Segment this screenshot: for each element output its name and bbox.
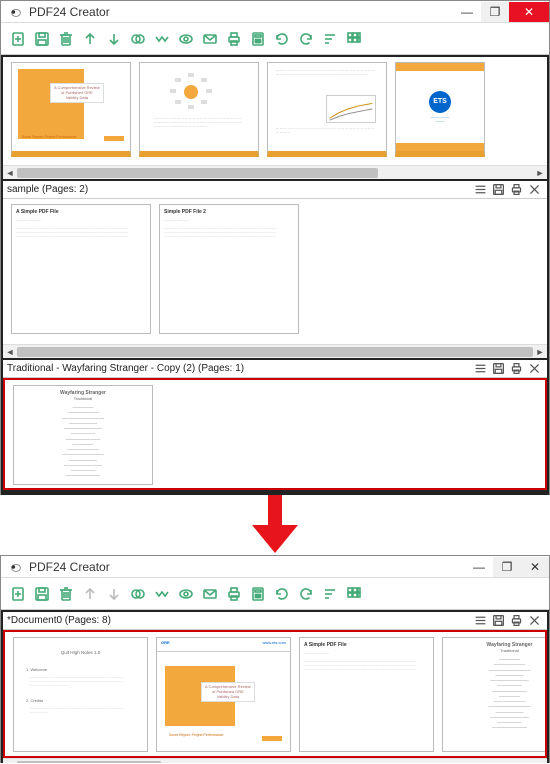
join-button[interactable]	[127, 28, 149, 50]
thumbnail-row[interactable]: A Simple PDF File ———— ———— —————— —————…	[3, 199, 547, 344]
grid-button[interactable]	[343, 28, 365, 50]
doc-save-button[interactable]	[489, 361, 507, 377]
window-2: PDF24 Creator — ❐ ✕ *Document0 (Pages: 8…	[0, 555, 550, 763]
down-button[interactable]	[103, 28, 125, 50]
split-button[interactable]	[151, 583, 173, 605]
document-panel: Traditional - Wayfaring Stranger - Copy …	[3, 360, 547, 490]
page-thumbnail[interactable]: Wayfaring StrangerTraditional ——————————…	[13, 385, 153, 485]
view-button[interactable]	[175, 583, 197, 605]
rotate-right-button[interactable]	[295, 583, 317, 605]
grid-button[interactable]	[343, 583, 365, 605]
document-title: sample (Pages: 2)	[7, 184, 88, 195]
doc-close-button[interactable]	[525, 361, 543, 377]
scroll-right-arrow[interactable]: ►	[533, 167, 547, 179]
thumbnail-row[interactable]: Wayfaring StrangerTraditional ——————————…	[3, 378, 547, 490]
page-thumbnail[interactable]: — — — — — — — — — — — — — — — — — — — — …	[267, 62, 387, 157]
titlebar: PDF24 Creator — ❐ ✕	[1, 1, 549, 23]
doc-close-button[interactable]	[525, 182, 543, 198]
document-header: Traditional - Wayfaring Stranger - Copy …	[3, 360, 547, 378]
scroll-right-arrow[interactable]: ►	[533, 346, 547, 358]
page-thumbnail[interactable]: A Comprehensive Reviewof Published GREVa…	[11, 62, 131, 157]
restore-button[interactable]: ❐	[493, 557, 521, 577]
doc-menu-button[interactable]	[471, 613, 489, 629]
horizontal-scrollbar[interactable]: ◄ ►	[3, 165, 547, 179]
delete-button[interactable]	[55, 28, 77, 50]
page-thumbnail[interactable]: A Simple PDF File ———— ———— —————— —————…	[11, 204, 151, 334]
save-button[interactable]	[31, 583, 53, 605]
document-panel: A Comprehensive Reviewof Published GREVa…	[3, 57, 547, 179]
minimize-button[interactable]: —	[465, 557, 493, 577]
mail-button[interactable]	[199, 28, 221, 50]
scroll-right-arrow[interactable]: ►	[533, 760, 547, 764]
app-title: PDF24 Creator	[29, 560, 110, 574]
horizontal-scrollbar[interactable]: ◄ ►	[3, 758, 547, 763]
add-button[interactable]	[7, 583, 29, 605]
document-title: *Document0 (Pages: 8)	[7, 615, 111, 626]
app-title: PDF24 Creator	[29, 5, 110, 19]
page-thumbnail[interactable]: GREwww.ets.com A Comprehensive Reviewof …	[156, 637, 291, 752]
restore-button[interactable]: ❐	[481, 2, 509, 22]
horizontal-scrollbar[interactable]: ◄ ►	[3, 344, 547, 358]
document-panel: *Document0 (Pages: 8) Quit HIgh Notes 1.…	[3, 612, 547, 763]
up-button[interactable]	[79, 28, 101, 50]
scroll-left-arrow[interactable]: ◄	[3, 346, 17, 358]
doc-close-button[interactable]	[525, 613, 543, 629]
sort-button[interactable]	[319, 583, 341, 605]
page-thumbnail[interactable]: Quit HIgh Notes 1.0 1. Welcome —————— ——…	[13, 637, 148, 752]
main-toolbar	[1, 23, 549, 55]
doc-print-button[interactable]	[507, 361, 525, 377]
delete-button[interactable]	[55, 583, 77, 605]
app-icon	[9, 5, 23, 19]
fax-button[interactable]	[247, 583, 269, 605]
red-arrow-annotation	[0, 495, 550, 555]
page-thumbnail[interactable]: Simple PDF File 2 ———— ———— —————— —————…	[159, 204, 299, 334]
doc-print-button[interactable]	[507, 182, 525, 198]
page-thumbnail[interactable]: ETS ——— ——————	[395, 62, 485, 157]
print-button[interactable]	[223, 28, 245, 50]
doc-save-button[interactable]	[489, 182, 507, 198]
split-button[interactable]	[151, 28, 173, 50]
document-header: sample (Pages: 2)	[3, 181, 547, 199]
rotate-left-button[interactable]	[271, 583, 293, 605]
doc-menu-button[interactable]	[471, 182, 489, 198]
close-button[interactable]: ✕	[509, 2, 549, 22]
scroll-left-arrow[interactable]: ◄	[3, 760, 17, 764]
mail-button[interactable]	[199, 583, 221, 605]
close-button[interactable]: ✕	[521, 557, 549, 577]
document-title: Traditional - Wayfaring Stranger - Copy …	[7, 363, 244, 374]
page-thumbnail[interactable]: A Simple PDF File ———— ———— —————— —————…	[299, 637, 434, 752]
join-button[interactable]	[127, 583, 149, 605]
document-header: *Document0 (Pages: 8)	[3, 612, 547, 630]
rotate-right-button[interactable]	[295, 28, 317, 50]
page-thumbnail[interactable]: Wayfaring StrangerTraditional ——————————…	[442, 637, 547, 752]
page-thumbnail[interactable]: — — — — — — — — — — — — — — — — — — — — …	[139, 62, 259, 157]
thumbnail-row[interactable]: A Comprehensive Reviewof Published GREVa…	[3, 57, 547, 165]
minimize-button[interactable]: —	[453, 2, 481, 22]
doc-print-button[interactable]	[507, 613, 525, 629]
print-button[interactable]	[223, 583, 245, 605]
document-panel: sample (Pages: 2) A Simple PDF File ————…	[3, 181, 547, 358]
document-area: *Document0 (Pages: 8) Quit HIgh Notes 1.…	[1, 610, 549, 763]
doc-save-button[interactable]	[489, 613, 507, 629]
down-button[interactable]	[103, 583, 125, 605]
rotate-left-button[interactable]	[271, 28, 293, 50]
save-button[interactable]	[31, 28, 53, 50]
fax-button[interactable]	[247, 28, 269, 50]
main-toolbar	[1, 578, 549, 610]
view-button[interactable]	[175, 28, 197, 50]
sort-button[interactable]	[319, 28, 341, 50]
titlebar: PDF24 Creator — ❐ ✕	[1, 556, 549, 578]
window-1: PDF24 Creator — ❐ ✕ A Comprehensive Revi…	[0, 0, 550, 495]
doc-menu-button[interactable]	[471, 361, 489, 377]
document-area: A Comprehensive Reviewof Published GREVa…	[1, 55, 549, 495]
add-button[interactable]	[7, 28, 29, 50]
app-icon	[9, 560, 23, 574]
thumbnail-row[interactable]: Quit HIgh Notes 1.0 1. Welcome —————— ——…	[3, 630, 547, 758]
scroll-left-arrow[interactable]: ◄	[3, 167, 17, 179]
up-button[interactable]	[79, 583, 101, 605]
